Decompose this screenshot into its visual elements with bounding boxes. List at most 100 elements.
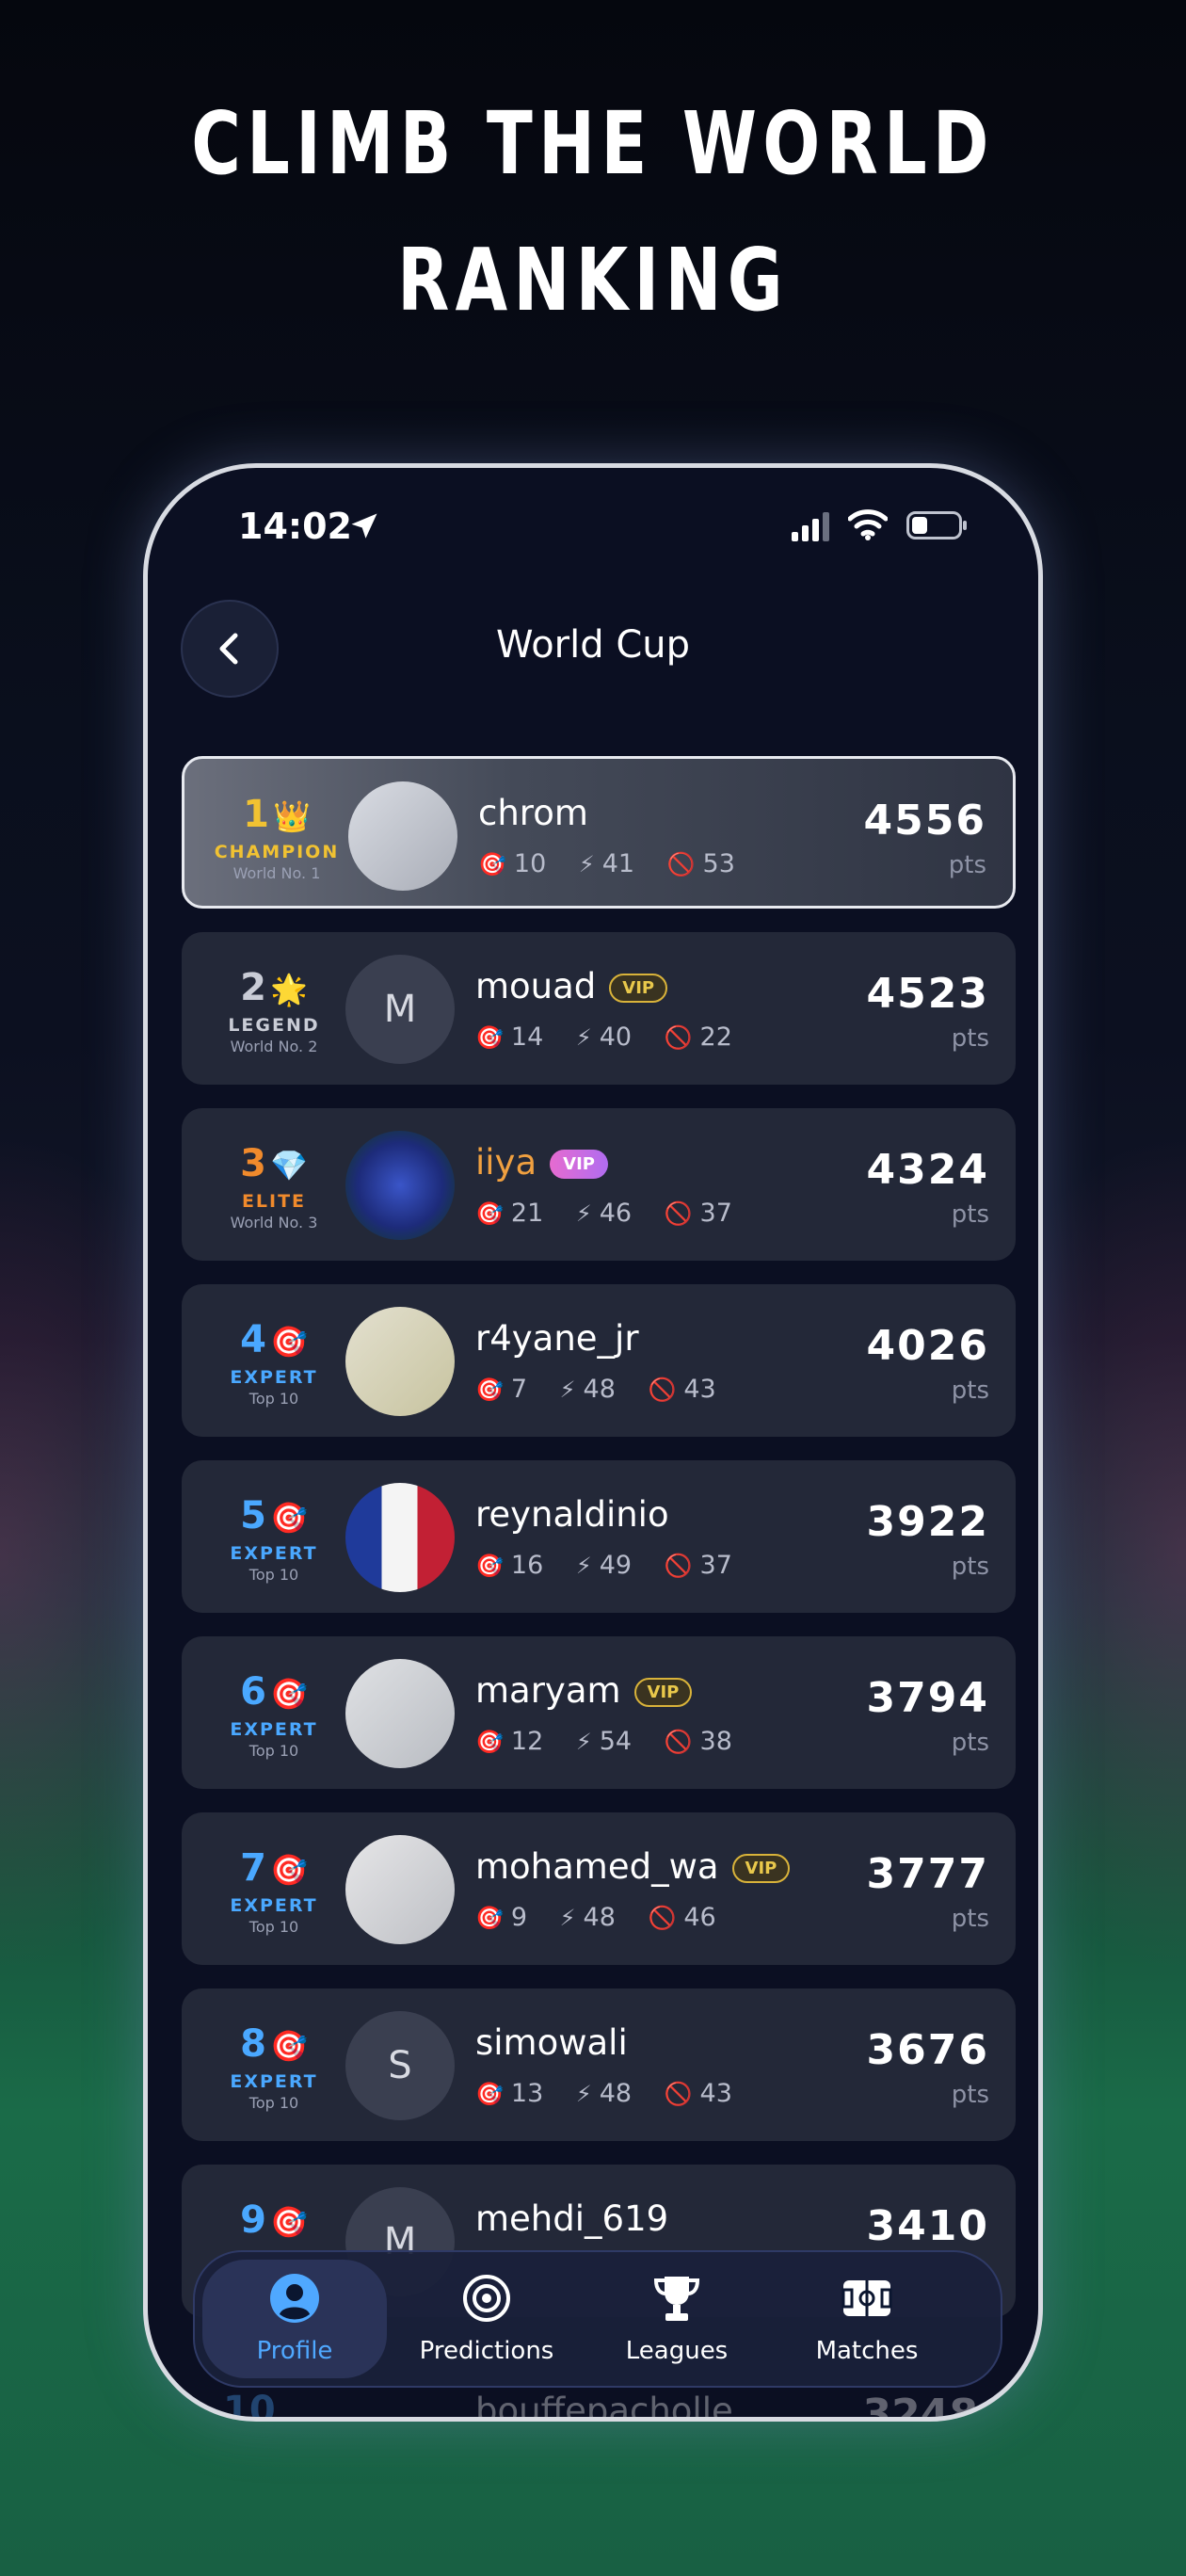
points-value: 4026 [866,1322,989,1370]
stat-missed: 37 [699,1199,732,1228]
stat-correct: 21 [510,1199,544,1228]
avatar[interactable] [345,1835,455,1944]
target-icon [463,2275,510,2322]
stat-close: 46 [599,1199,633,1228]
tab-label: Leagues [625,2337,729,2365]
rank-badge: 2 🌟 LEGEND World No. 2 [182,932,366,1085]
target-icon: 🎯 [270,1852,308,1888]
vip-badge: VIP [731,1854,791,1883]
rank-number: 7 [240,1846,266,1890]
tab-profile[interactable]: Profile [202,2260,387,2378]
stats: 🎯 12 ⚡ 54 🚫 38 [475,1727,757,1756]
stat-close: 40 [599,1022,633,1052]
avatar[interactable]: S [345,2011,455,2120]
rank-number: 6 [240,1670,266,1714]
headline-line-2: RANKING [397,230,789,330]
target-icon: 🎯 [270,1324,308,1360]
rank-badge: 8 🎯 EXPERT Top 10 [182,1988,366,2141]
stat-close: 48 [583,1903,616,1932]
points-value: 3676 [866,2026,989,2074]
points-value: 4523 [866,970,989,1018]
stat-close: 48 [583,1375,616,1404]
tab-predictions[interactable]: Predictions [394,2252,579,2386]
rank-number: 3 [240,1142,266,1185]
lightning-icon: ⚡ [559,1905,576,1931]
target-icon: 🎯 [475,1200,504,1227]
lightning-icon: ⚡ [575,2081,592,2107]
target-icon: 🎯 [270,2204,308,2240]
username: iiya [475,1142,537,1183]
target-icon: 🎯 [270,1500,308,1536]
tab-leagues[interactable]: Leagues [585,2252,769,2386]
cellular-signal-icon [792,512,829,541]
stat-correct: 7 [510,1375,528,1404]
pitch-icon [841,2280,892,2316]
rank-number: 8 [240,2022,266,2066]
stat-correct: 10 [513,849,547,878]
target-icon: 🎯 [478,851,506,877]
avatar[interactable]: M [345,955,455,1064]
stat-missed: 37 [699,1551,732,1580]
avatar[interactable] [345,1307,455,1416]
avatar[interactable] [348,781,457,891]
points-value: 3248 [862,2391,978,2422]
rank-title: ELITE [241,1191,307,1212]
no-entry-icon: 🚫 [666,851,696,877]
avatar[interactable] [345,1131,455,1240]
page-title: World Cup [495,623,690,667]
leaderboard-row[interactable]: 5 🎯 EXPERT Top 10 reynaldinio 🎯 16 ⚡ 49 🚫 37… [182,1460,1016,1613]
status-bar: 14:02 [148,468,1038,600]
rank-title: EXPERT [230,1543,318,1564]
points-label: pts [951,1377,989,1405]
stats: 🎯 14 ⚡ 40 🚫 22 [475,1022,757,1052]
crown-icon: 👑 [273,798,311,834]
username: mohamed_wa [475,1846,719,1887]
leaderboard-row[interactable]: 2 🌟 LEGEND World No. 2 M mouad VIP 🎯 14 ⚡ 40… [182,932,1016,1085]
leaderboard-row[interactable]: 4 🎯 EXPERT Top 10 r4yane_jr 🎯 7 ⚡ 48 🚫 43 40… [182,1284,1016,1437]
points-label: pts [951,1024,989,1053]
phone-frame: 14:02 World Cup 1 👑 CHAMPION World No. 1… [143,463,1043,2422]
stat-close: 49 [599,1551,633,1580]
stat-missed: 53 [702,849,735,878]
stat-correct: 14 [510,1022,544,1052]
rank-badge: 4 🎯 EXPERT Top 10 [182,1284,366,1437]
avatar[interactable] [345,1659,455,1768]
points-value: 3410 [866,2202,989,2250]
target-icon: 🎯 [270,1676,308,1712]
avatar[interactable] [345,1483,455,1592]
points-value: 3922 [866,1498,989,1546]
rank-number: 1 [243,793,269,836]
stat-close: 41 [601,849,635,878]
leaderboard-row[interactable]: 7 🎯 EXPERT Top 10 mohamed_wa VIP 🎯 9 ⚡ 48 🚫 4… [182,1812,1016,1965]
points-value: 3794 [866,1674,989,1722]
rank-subtitle: Top 10 [248,1566,299,1584]
tab-matches[interactable]: Matches [775,2252,959,2386]
star-icon: 🌟 [270,972,308,1007]
stat-missed: 38 [699,1727,732,1756]
target-icon: 🎯 [270,2028,308,2064]
username: bouffepacholle [475,2391,733,2422]
battery-icon [906,511,967,539]
rank-title: LEGEND [228,1015,320,1036]
rank-badge: 7 🎯 EXPERT Top 10 [182,1812,366,1965]
points-label: pts [951,1553,989,1581]
rank-number: 9 [240,2198,266,2242]
rank-badge: 1 👑 CHAMPION World No. 1 [184,759,369,906]
stat-missed: 43 [699,2079,732,2108]
stat-close: 54 [599,1727,633,1756]
stats: 🎯 21 ⚡ 46 🚫 37 [475,1199,757,1228]
status-time: 14:02 [238,506,352,547]
diamond-icon: 💎 [270,1148,308,1183]
no-entry-icon: 🚫 [664,1729,693,1755]
stat-correct: 13 [510,2079,544,2108]
username: reynaldinio [475,1494,669,1535]
leaderboard-row[interactable]: 1 👑 CHAMPION World No. 1 chrom 🎯 10 ⚡ 41 🚫 5… [182,756,1016,909]
rank-badge: 3 💎 ELITE World No. 3 [182,1108,366,1261]
points-label: pts [951,2081,989,2109]
leaderboard-row[interactable]: 6 🎯 EXPERT Top 10 maryam VIP 🎯 12 ⚡ 54 🚫 38 3… [182,1636,1016,1789]
leaderboard-row[interactable]: 8 🎯 EXPERT Top 10 S simowali 🎯 13 ⚡ 48 🚫 43 … [182,1988,1016,2141]
target-icon: 🎯 [475,1905,504,1931]
rank-subtitle: Top 10 [248,1742,299,1760]
leaderboard-row[interactable]: 3 💎 ELITE World No. 3 iiya VIP 🎯 21 ⚡ 46 🚫 37… [182,1108,1016,1261]
rank-number: 10 [223,2389,276,2422]
